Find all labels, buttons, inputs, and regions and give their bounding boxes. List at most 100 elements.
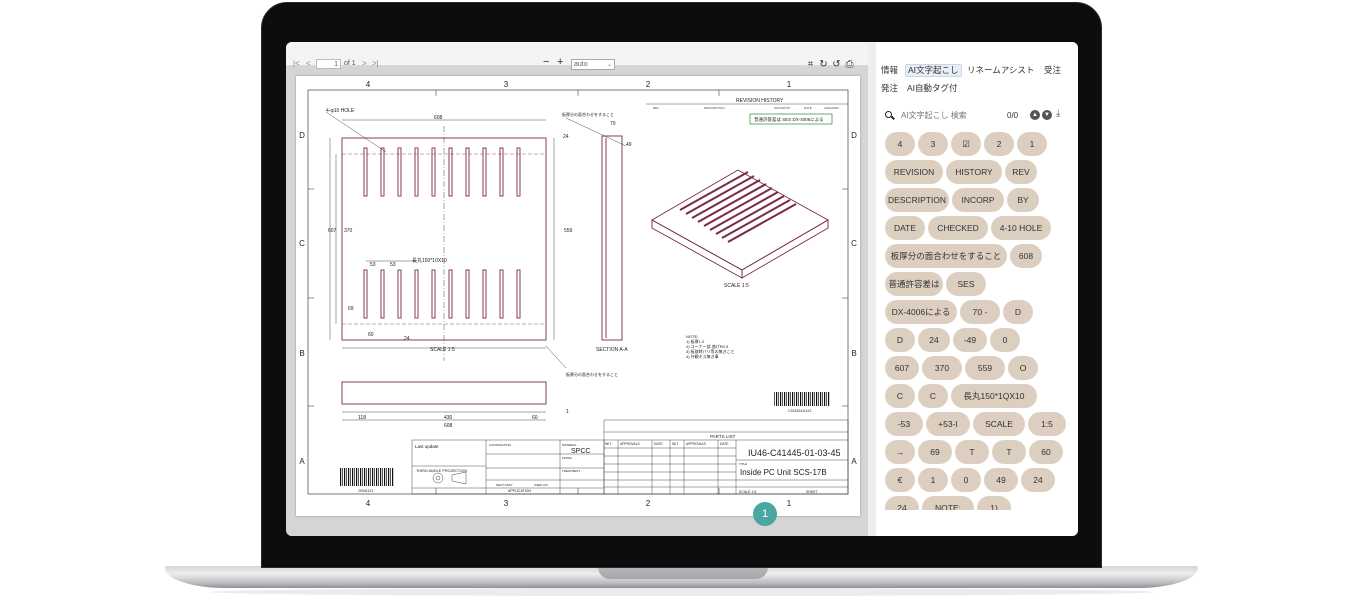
chip[interactable]: 長丸150*1QX10 — [951, 384, 1037, 408]
approvals-col: APPROVALS — [620, 442, 641, 446]
prev-page-button[interactable]: < — [306, 59, 311, 69]
tab-rename-assist[interactable]: リネームアシスト — [967, 65, 1034, 76]
zone-bottom-1: 1 — [787, 499, 792, 508]
tab-ai-auto-tagging[interactable]: AI自動タグ付 — [907, 83, 958, 94]
zoom-select[interactable]: auto ⌄ — [571, 59, 615, 70]
chip[interactable]: ☑ — [951, 132, 981, 156]
chip[interactable]: 49 — [984, 468, 1018, 492]
chip[interactable]: C — [918, 384, 948, 408]
scale-small: SCALE 1:5 — [739, 490, 756, 494]
next-page-button[interactable]: > — [362, 59, 367, 69]
tab-orders-received[interactable]: 受注 — [1044, 65, 1061, 76]
chip[interactable]: O — [1008, 356, 1038, 380]
chip[interactable]: DESCRIPTION — [885, 188, 949, 212]
chip[interactable]: 4-10 HOLE — [991, 216, 1051, 240]
chip[interactable]: BY — [1007, 188, 1039, 212]
chip[interactable]: DATE — [885, 216, 925, 240]
first-page-button[interactable]: |< — [293, 59, 300, 69]
chip[interactable]: → — [885, 440, 915, 464]
zone-top-1: 1 — [787, 80, 792, 89]
revision-col: INCORP BY — [774, 106, 790, 110]
panel-resize-handle[interactable] — [868, 42, 876, 536]
chip[interactable]: D — [1003, 300, 1033, 324]
tab-purchase-orders[interactable]: 発注 — [881, 83, 898, 94]
chip[interactable]: T — [955, 440, 989, 464]
viewer-toolbar: |< < 1 of 1 > >| − + auto ⌄ ⌗ ↻ ↺ ⎙ — [286, 42, 868, 70]
tab-ai-transcription[interactable]: AI文字起こし — [905, 64, 962, 77]
download-icon[interactable]: ⤓ — [1056, 108, 1060, 119]
rotate-left-icon[interactable]: ↺ — [832, 60, 841, 70]
chip[interactable]: DX-4006による — [885, 300, 957, 324]
zone-top-2: 2 — [646, 80, 651, 89]
search-count: 0/0 — [1007, 111, 1019, 120]
chip[interactable]: -53 — [885, 412, 923, 436]
chip[interactable]: 3 — [918, 132, 948, 156]
chip[interactable]: 0 — [990, 328, 1020, 352]
chip[interactable]: 2 — [984, 132, 1014, 156]
chip[interactable]: 24 — [918, 328, 950, 352]
chip[interactable]: -49 — [953, 328, 987, 352]
side-panel: 情報 AI文字起こし リネームアシスト 受注 発注 AI自動タグ付 0/0 ▲ … — [876, 42, 1078, 536]
zoom-out-button[interactable]: − — [543, 57, 549, 68]
crop-icon[interactable]: ⌗ — [806, 60, 815, 70]
chip[interactable]: 4 — [885, 132, 915, 156]
sheet-label: SHEET — [806, 490, 819, 494]
chip[interactable]: 559 — [965, 356, 1005, 380]
chip[interactable]: 69 — [918, 440, 952, 464]
chip[interactable]: 60 — [1029, 440, 1063, 464]
row-right-c: C — [851, 239, 857, 248]
rotate-right-icon[interactable]: ↻ — [819, 60, 828, 70]
page-number-input[interactable]: 1 — [316, 59, 341, 69]
chip[interactable]: SES — [946, 272, 986, 296]
print-icon[interactable]: ⎙ — [845, 60, 854, 70]
chip[interactable]: € — [885, 468, 915, 492]
chip[interactable]: REV — [1005, 160, 1037, 184]
chip[interactable]: 608 — [1010, 244, 1042, 268]
chip[interactable]: +53-I — [926, 412, 970, 436]
last-update-label: Last update — [415, 444, 439, 449]
chip[interactable]: 1) — [977, 496, 1011, 510]
chip[interactable]: REVISION — [885, 160, 943, 184]
row-left-d: D — [299, 131, 305, 140]
approvals-col: INIT — [605, 442, 611, 446]
chevron-down-icon[interactable]: ▼ — [1042, 110, 1052, 120]
last-page-button[interactable]: >| — [372, 59, 379, 69]
drawing-title: Inside PC Unit SCS-17B — [740, 468, 827, 477]
search-icon[interactable] — [885, 111, 892, 118]
chip[interactable]: 370 — [922, 356, 962, 380]
chip[interactable]: 607 — [885, 356, 919, 380]
chip[interactable]: 普通許容差は — [885, 272, 943, 296]
chip[interactable]: 24 — [1021, 468, 1055, 492]
revision-col: REV — [653, 106, 659, 110]
tab-info[interactable]: 情報 — [881, 65, 898, 76]
dim-49: 49 — [626, 142, 632, 148]
chip[interactable]: 70 - — [960, 300, 1000, 324]
chip[interactable]: T — [992, 440, 1026, 464]
chip[interactable]: D — [885, 328, 915, 352]
chip[interactable]: INCORP — [952, 188, 1004, 212]
note-line: 4) 外観キズ無き事 — [686, 353, 719, 359]
chevron-up-icon[interactable]: ▲ — [1030, 110, 1040, 120]
chip[interactable]: C — [885, 384, 915, 408]
next-assy-label: NEXT ASSY — [496, 483, 513, 487]
revision-col: CHECKED — [824, 106, 840, 110]
approvals-col: DATE — [720, 442, 729, 446]
treatment-label: TREATMENT — [562, 469, 580, 473]
chip[interactable]: 1:5 — [1028, 412, 1066, 436]
chip[interactable]: 1 — [1017, 132, 1047, 156]
zoom-in-button[interactable]: + — [557, 57, 563, 68]
chip[interactable]: 0 — [951, 468, 981, 492]
notification-badge-button[interactable]: 1 — [753, 502, 777, 526]
revision-col: DATE — [804, 106, 812, 110]
chip[interactable]: CHECKED — [928, 216, 988, 240]
laptop-shadow — [210, 588, 1155, 596]
app-screen: |< < 1 of 1 > >| − + auto ⌄ ⌗ ↻ ↺ ⎙ 4 3 2… — [286, 42, 1078, 536]
search-input[interactable] — [899, 108, 993, 124]
chip[interactable]: HISTORY — [946, 160, 1002, 184]
chip[interactable]: SCALE — [973, 412, 1025, 436]
chip[interactable]: 24 — [885, 496, 919, 510]
chip[interactable]: NOTE: — [922, 496, 974, 510]
title-label: TITLE — [739, 462, 747, 466]
chip[interactable]: 1 — [918, 468, 948, 492]
chip[interactable]: 板厚分の面合わせをすること — [885, 244, 1007, 268]
